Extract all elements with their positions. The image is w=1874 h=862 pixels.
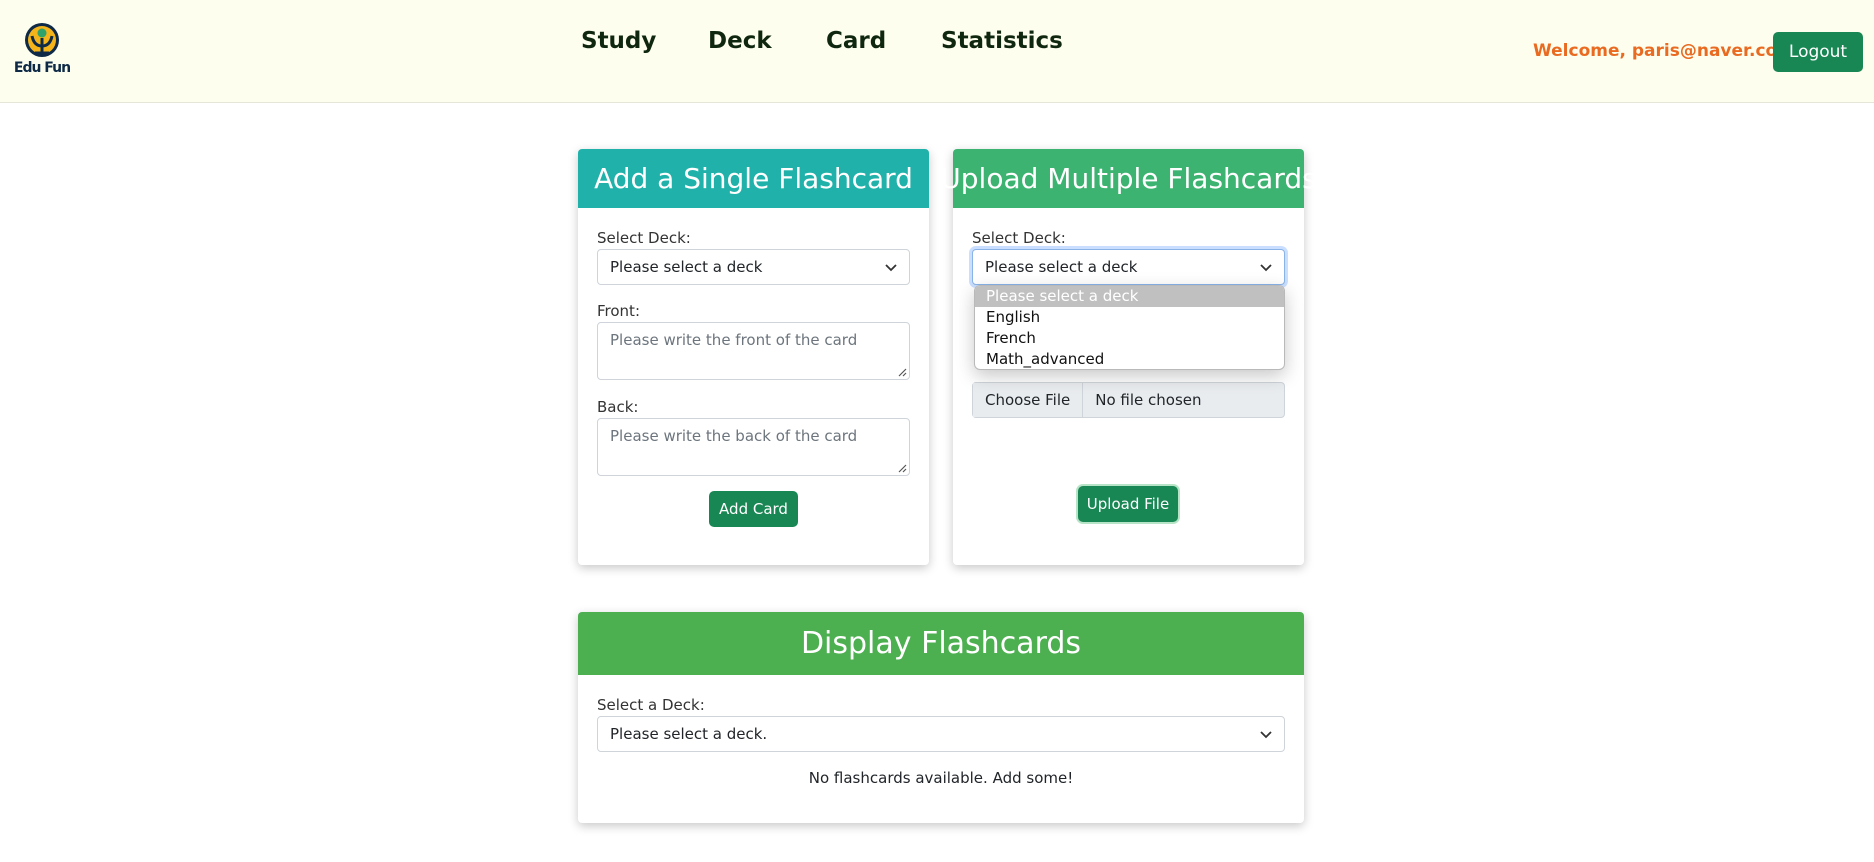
display-flashcards-title: Display Flashcards [578,612,1304,675]
chevron-down-icon [885,264,897,272]
edu-fun-logo[interactable]: Edu Fun [12,22,72,82]
file-status: No file chosen [1095,391,1202,409]
dropdown-option[interactable]: Please select a deck [975,286,1284,307]
single-deck-label: Select Deck: [597,229,691,247]
dropdown-option[interactable]: English [975,307,1284,328]
front-label: Front: [597,302,640,320]
display-deck-select[interactable]: Please select a deck. [597,716,1285,752]
upload-file-button[interactable]: Upload File [1078,486,1178,522]
display-flashcards-card: Display Flashcards Select a Deck: Please… [578,612,1304,823]
add-card-button[interactable]: Add Card [709,491,798,527]
nav-card[interactable]: Card [826,28,886,54]
single-flashcard-title: Add a Single Flashcard [578,149,929,208]
deck-dropdown-list: Please select a deck English French Math… [974,285,1285,370]
front-placeholder: Please write the front of the card [610,331,858,349]
single-deck-select-value: Please select a deck [610,258,763,276]
upload-deck-select[interactable]: Please select a deck [972,249,1285,285]
back-label: Back: [597,398,639,416]
upload-deck-label: Select Deck: [972,229,1066,247]
display-deck-select-value: Please select a deck. [610,725,768,743]
logo-text: Edu Fun [13,60,71,76]
logo-tree-icon [25,23,59,57]
back-placeholder: Please write the back of the card [610,427,858,445]
welcome-message: Welcome, paris@naver.com! [1533,41,1803,61]
nav-deck[interactable]: Deck [708,28,772,54]
navbar: Edu Fun Study Deck Card Statistics Welco… [0,0,1874,103]
single-flashcard-card: Add a Single Flashcard Select Deck: Plea… [578,149,929,565]
dropdown-option[interactable]: Math_advanced [975,349,1284,369]
front-textarea[interactable]: Please write the front of the card [597,322,910,380]
resize-handle-icon[interactable] [897,463,907,473]
back-textarea[interactable]: Please write the back of the card [597,418,910,476]
resize-handle-icon[interactable] [897,367,907,377]
single-deck-select[interactable]: Please select a deck [597,249,910,285]
empty-flashcards-message: No flashcards available. Add some! [808,769,1074,787]
logout-button[interactable]: Logout [1773,32,1863,72]
upload-flashcards-title: Upload Multiple Flashcards [940,149,1317,208]
file-input[interactable]: Choose File No file chosen [972,382,1285,418]
upload-deck-select-value: Please select a deck [985,258,1138,276]
chevron-down-icon [1260,264,1272,272]
display-deck-label: Select a Deck: [597,696,705,714]
nav-study[interactable]: Study [581,28,656,54]
chevron-down-icon [1260,731,1272,739]
dropdown-option[interactable]: French [975,328,1284,349]
choose-file-button[interactable]: Choose File [973,383,1084,417]
nav-statistics[interactable]: Statistics [941,28,1063,54]
